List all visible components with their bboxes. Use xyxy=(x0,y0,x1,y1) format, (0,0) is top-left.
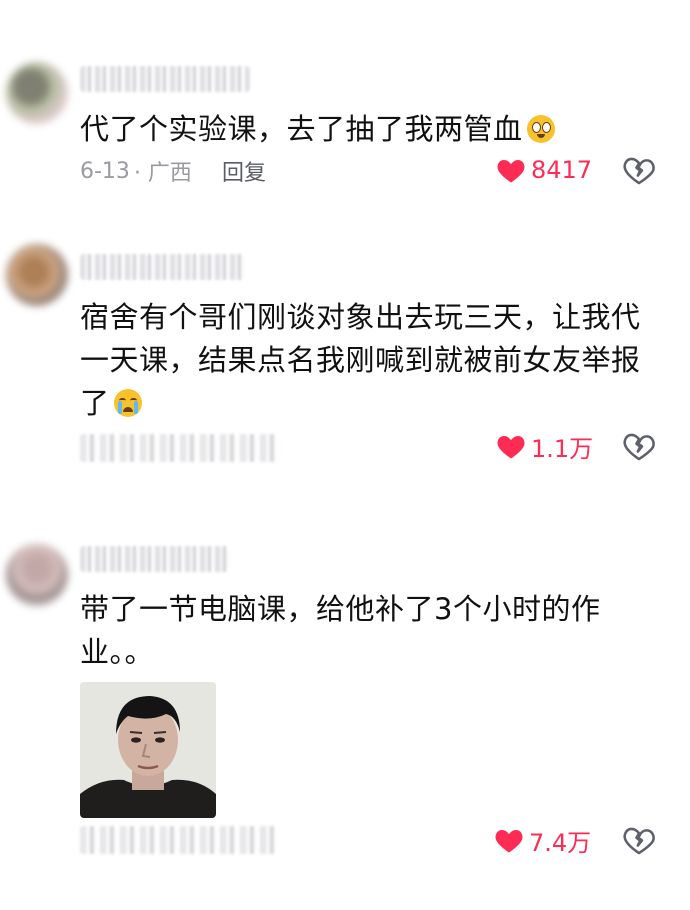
heart-filled-icon xyxy=(495,830,523,853)
username-blurred[interactable] xyxy=(80,254,245,280)
heart-filled-icon xyxy=(497,436,525,459)
like-button[interactable]: 8417 xyxy=(496,154,592,186)
like-count: 7.4万 xyxy=(529,828,592,857)
comment-text-content: 代了个实验课，去了抽了我两管血 xyxy=(80,112,523,146)
comment-text-content: 宿舍有个哥们刚谈对象出去玩三天，让我代一天课，结果点名我刚喊到就被前女友举报了 xyxy=(80,300,641,420)
comment-date: 6-13 xyxy=(80,158,130,184)
comment-meta-blurred xyxy=(80,826,276,854)
comment-meta-blurred xyxy=(80,434,280,462)
broken-heart-icon[interactable] xyxy=(622,154,656,188)
broken-heart-icon[interactable] xyxy=(622,824,656,858)
flushed-face-emoji xyxy=(526,115,555,143)
avatar[interactable] xyxy=(6,62,68,124)
broken-heart-icon[interactable] xyxy=(622,430,656,464)
reply-button[interactable]: 回复 xyxy=(222,155,266,187)
comment-text: 宿舍有个哥们刚谈对象出去玩三天，让我代一天课，结果点名我刚喊到就被前女友举报了 xyxy=(80,296,650,425)
heart-filled-icon xyxy=(497,160,525,183)
person-photo-image xyxy=(80,682,216,818)
username-blurred[interactable] xyxy=(80,546,230,572)
comment-meta: 6-13 · 广西 回复 xyxy=(80,155,266,187)
comment-text-content: 带了一节电脑课，给他补了3个小时的作业。。 xyxy=(80,592,601,669)
avatar[interactable] xyxy=(6,244,68,306)
attached-photo[interactable] xyxy=(80,682,216,818)
like-button[interactable]: 1.1万 xyxy=(496,430,594,463)
comment-location: · 广西 xyxy=(133,161,192,186)
like-count: 8417 xyxy=(531,156,593,184)
like-button[interactable]: 7.4万 xyxy=(494,824,592,857)
like-count: 1.1万 xyxy=(531,434,594,463)
comment-text: 带了一节电脑课，给他补了3个小时的作业。。 xyxy=(80,588,650,674)
avatar[interactable] xyxy=(6,544,68,606)
username-blurred[interactable] xyxy=(80,66,250,92)
crying-face-emoji xyxy=(113,389,142,417)
comment-text: 代了个实验课，去了抽了我两管血 xyxy=(80,108,650,151)
